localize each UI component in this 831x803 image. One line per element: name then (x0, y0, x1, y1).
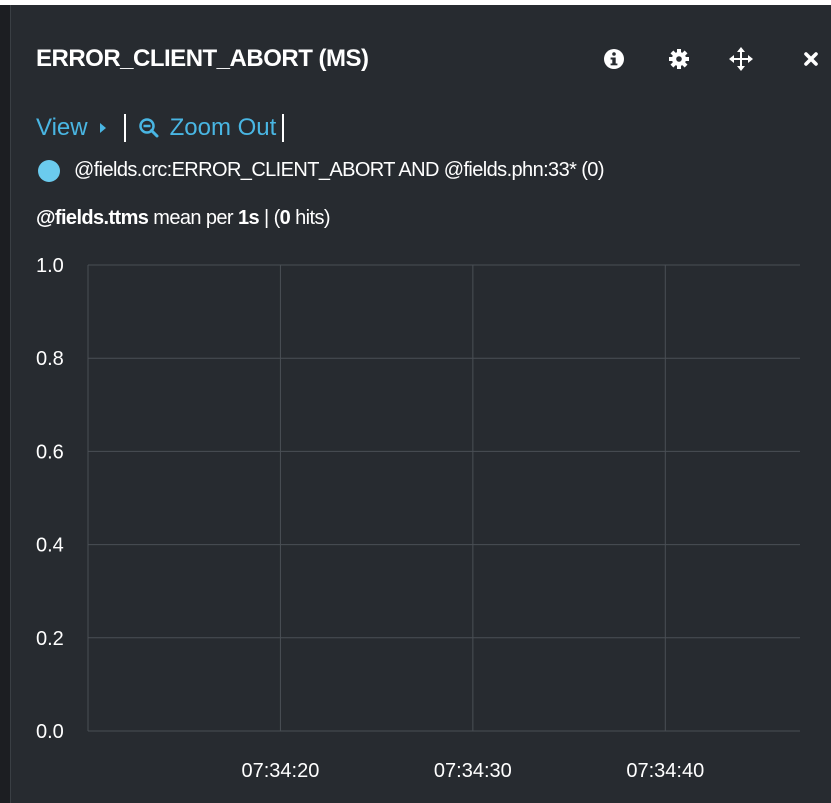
histogram-panel: ERROR_CLIENT_ABORT (MS) View Zoom Out @f… (0, 0, 831, 803)
y-tick-label: 0.4 (36, 535, 64, 557)
x-tick-label: 07:34:30 (434, 760, 512, 782)
y-tick-label: 0.8 (36, 348, 64, 370)
x-tick-label: 07:34:20 (242, 760, 320, 782)
x-axis: 07:34:20 07:34:30 07:34:40 (242, 760, 705, 782)
chart-grid (87, 264, 800, 732)
y-tick-label: 0.0 (36, 721, 64, 743)
y-tick-label: 0.6 (36, 441, 64, 463)
y-axis: 0.0 0.2 0.4 0.6 0.8 1.0 (36, 255, 64, 743)
y-tick-label: 1.0 (36, 255, 64, 277)
histogram-chart[interactable]: 0.00.20.40.60.81.0 07:34:20 07:34:30 07:34… (0, 5, 831, 803)
x-tick-label: 07:34:40 (626, 760, 704, 782)
y-tick-label: 0.2 (36, 628, 64, 650)
